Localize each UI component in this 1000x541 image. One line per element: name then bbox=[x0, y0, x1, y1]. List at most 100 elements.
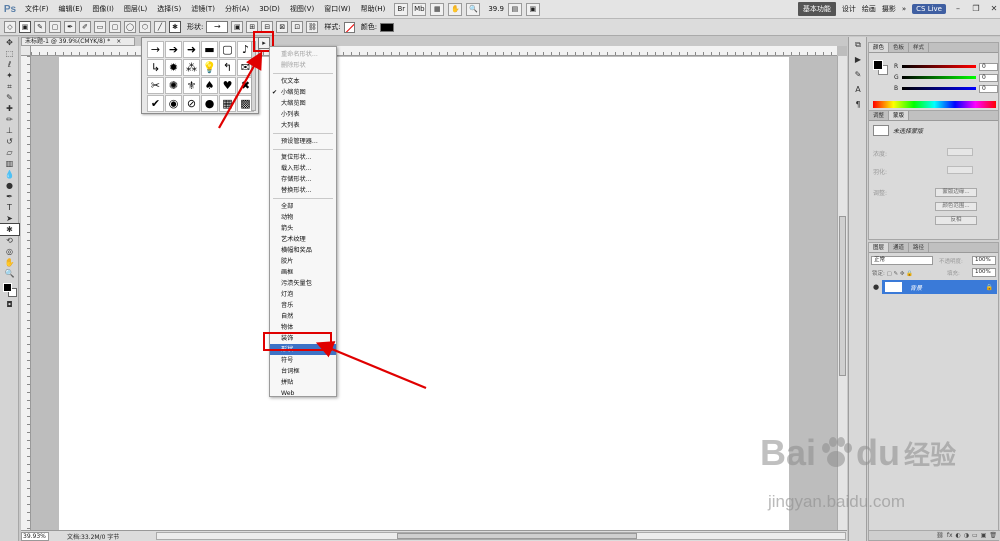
context-menu-item[interactable]: 胶片 bbox=[270, 256, 336, 267]
ellipse-icon[interactable]: ◯ bbox=[124, 21, 136, 33]
slider-track[interactable] bbox=[902, 65, 976, 68]
layers-footer-icon[interactable]: fx bbox=[947, 532, 953, 539]
context-menu-item[interactable]: 仅文本 bbox=[270, 76, 336, 87]
status-zoom[interactable]: 39.93% bbox=[21, 531, 49, 541]
shape-cell[interactable]: ✔ bbox=[147, 95, 164, 112]
brush-panel-icon[interactable]: ✎ bbox=[849, 67, 867, 82]
context-menu-item[interactable]: 小列表 bbox=[270, 109, 336, 120]
vertical-ruler[interactable] bbox=[21, 56, 31, 530]
shape-cell[interactable]: ◉ bbox=[165, 95, 182, 112]
path-select-icon[interactable]: ➤ bbox=[0, 213, 19, 224]
exclude-icon[interactable]: ⊡ bbox=[291, 21, 304, 33]
shape-cell[interactable]: ▦ bbox=[219, 95, 236, 112]
tab-channels[interactable]: 通道 bbox=[889, 243, 910, 252]
healing-brush-icon[interactable]: ✚ bbox=[0, 103, 19, 114]
workspace-design[interactable]: 设计 bbox=[842, 4, 856, 14]
type-tool-icon[interactable]: T bbox=[0, 202, 19, 213]
canvas[interactable] bbox=[59, 57, 789, 530]
layers-footer-icon[interactable]: ◑ bbox=[964, 532, 969, 539]
shape-picker[interactable]: → bbox=[206, 21, 229, 33]
workspace-painting[interactable]: 绘画 bbox=[862, 4, 876, 14]
context-menu-item[interactable]: 符号 bbox=[270, 355, 336, 366]
invert-button[interactable]: 反相 bbox=[935, 216, 977, 225]
brush-tool-icon[interactable]: ✏ bbox=[0, 114, 19, 125]
vertical-scroll-thumb[interactable] bbox=[839, 216, 846, 376]
eyedropper-icon[interactable]: ✎ bbox=[0, 92, 19, 103]
line-icon[interactable]: ╱ bbox=[154, 21, 166, 33]
context-menu-item[interactable]: 艺术纹理 bbox=[270, 234, 336, 245]
context-menu-item[interactable]: 灯泡 bbox=[270, 289, 336, 300]
dodge-tool-icon[interactable]: ● bbox=[0, 180, 19, 191]
horizontal-scroll-thumb[interactable] bbox=[397, 533, 637, 539]
menu-item-8[interactable]: 视图(V) bbox=[285, 0, 319, 19]
slider-track[interactable] bbox=[902, 76, 976, 79]
tool-preset-icon[interactable]: ◇ bbox=[4, 21, 16, 33]
arrange-docs-icon[interactable]: ▤ bbox=[507, 2, 522, 16]
menu-item-4[interactable]: 选择(S) bbox=[152, 0, 186, 19]
shape-cell[interactable]: ➜ bbox=[183, 41, 200, 58]
eraser-tool-icon[interactable]: ▱ bbox=[0, 147, 19, 158]
close-icon[interactable]: ✕ bbox=[988, 3, 1000, 15]
workspace-more-icon[interactable]: » bbox=[902, 5, 906, 13]
shape-cell[interactable]: → bbox=[147, 41, 164, 58]
pen-icon[interactable]: ✒ bbox=[64, 21, 76, 33]
foreground-color[interactable] bbox=[3, 283, 12, 292]
pen-tool-icon[interactable]: ✒ bbox=[0, 191, 19, 202]
custom-shape-icon[interactable]: ✱ bbox=[169, 21, 181, 33]
crop-tool-icon[interactable]: ⌗ bbox=[0, 81, 19, 92]
mini-bridge-icon[interactable]: Mb bbox=[412, 2, 427, 16]
combine-icon[interactable]: ▣ bbox=[231, 21, 244, 33]
actions-panel-icon[interactable]: ▶ bbox=[849, 52, 867, 67]
context-menu-item[interactable]: 大列表 bbox=[270, 120, 336, 131]
context-menu-item[interactable]: 画框 bbox=[270, 267, 336, 278]
context-menu-item[interactable]: 音乐 bbox=[270, 300, 336, 311]
clone-stamp-icon[interactable]: ⊥ bbox=[0, 125, 19, 136]
document-close-icon[interactable]: × bbox=[116, 38, 121, 45]
blend-mode-select[interactable]: 正常 bbox=[871, 256, 933, 265]
context-menu-item[interactable]: 复位形状... bbox=[270, 152, 336, 163]
horizontal-scrollbar[interactable] bbox=[156, 532, 846, 540]
layers-footer-icon[interactable]: ▣ bbox=[981, 532, 987, 539]
context-menu-item[interactable]: 台词框 bbox=[270, 366, 336, 377]
cs-live-button[interactable]: CS Live bbox=[912, 4, 946, 14]
feather-field[interactable] bbox=[947, 166, 973, 174]
layers-footer-icon[interactable]: ◐ bbox=[956, 532, 961, 539]
menu-item-5[interactable]: 滤镜(T) bbox=[186, 0, 220, 19]
view-extras-icon[interactable]: ▦ bbox=[430, 2, 445, 16]
shape-cell[interactable]: ✂ bbox=[147, 77, 164, 94]
context-menu-item[interactable]: 大缩览图 bbox=[270, 98, 336, 109]
context-menu-item[interactable]: 全部 bbox=[270, 201, 336, 212]
shape-cell[interactable]: ✺ bbox=[165, 77, 182, 94]
menu-item-1[interactable]: 编辑(E) bbox=[54, 0, 88, 19]
context-menu-item[interactable]: 拼贴 bbox=[270, 377, 336, 388]
shape-cell[interactable]: ↰ bbox=[219, 59, 236, 76]
shape-cell[interactable]: ♠ bbox=[201, 77, 218, 94]
paths-mode-icon[interactable]: ✎ bbox=[34, 21, 46, 33]
lock-label[interactable]: 锁定: ▢ ✎ ✥ 🔒 bbox=[872, 269, 913, 277]
eye-icon[interactable]: ● bbox=[870, 280, 882, 294]
shape-cell[interactable]: ● bbox=[201, 95, 218, 112]
tab-masks[interactable]: 蒙版 bbox=[889, 111, 910, 120]
3d-orbit-icon[interactable]: ◎ bbox=[0, 246, 19, 257]
style-swatch[interactable] bbox=[343, 21, 355, 33]
zoom-tool-icon[interactable]: 🔍 bbox=[466, 2, 481, 16]
history-brush-icon[interactable]: ↺ bbox=[0, 136, 19, 147]
bridge-icon[interactable]: Br bbox=[394, 2, 409, 16]
tab-layers[interactable]: 图层 bbox=[869, 243, 890, 252]
vertical-scrollbar[interactable] bbox=[837, 56, 847, 530]
gradient-tool-icon[interactable]: ▥ bbox=[0, 158, 19, 169]
density-field[interactable] bbox=[947, 148, 973, 156]
context-menu-item[interactable]: 横幅和奖品 bbox=[270, 245, 336, 256]
history-panel-icon[interactable]: ⧉ bbox=[849, 37, 867, 52]
custom-shape-tool-icon[interactable]: ✱ bbox=[0, 223, 20, 236]
zoom-tool-box-icon[interactable]: 🔍 bbox=[0, 268, 19, 279]
shape-cell[interactable]: ✹ bbox=[165, 59, 182, 76]
context-menu-item[interactable]: 预设管理器... bbox=[270, 136, 336, 147]
shape-cell[interactable]: ▬ bbox=[201, 41, 218, 58]
menu-item-3[interactable]: 图层(L) bbox=[119, 0, 152, 19]
rounded-rect-icon[interactable]: ▢ bbox=[109, 21, 121, 33]
layer-row-background[interactable]: ● 背景 🔒 bbox=[870, 280, 997, 294]
color-range-button[interactable]: 颜色范围... bbox=[935, 202, 977, 211]
color-swatches[interactable] bbox=[0, 279, 18, 299]
rectangle-icon[interactable]: ▭ bbox=[94, 21, 106, 33]
